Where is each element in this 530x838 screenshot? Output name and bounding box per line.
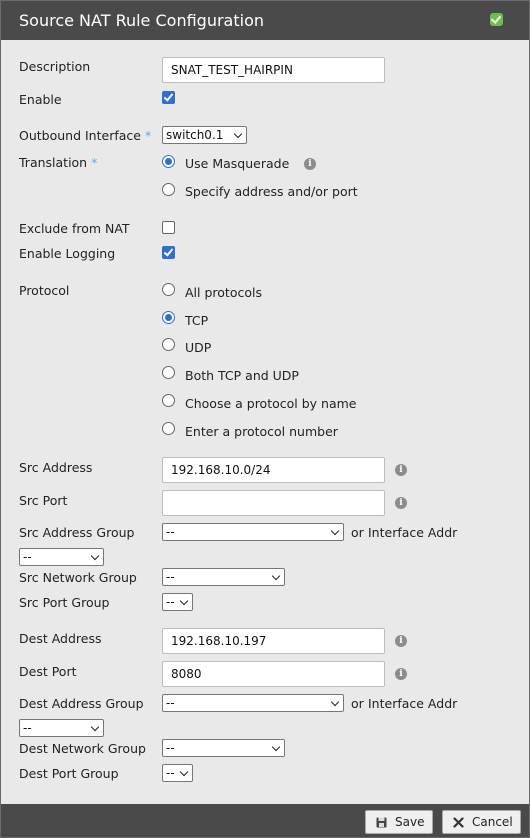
dest-port-input[interactable]: 8080 — [162, 661, 385, 687]
protocol-label: Protocol — [19, 283, 70, 298]
protocol-udp-radio[interactable] — [162, 338, 175, 351]
src-network-group-label: Src Network Group — [19, 570, 137, 585]
cancel-button-label: Cancel — [472, 815, 513, 829]
protocol-both-radio[interactable] — [162, 366, 175, 379]
protocol-tcp-radio[interactable] — [162, 311, 175, 324]
src-network-group-select[interactable]: -- — [162, 568, 285, 586]
src-interface-addr-label: Interface Addr — [368, 525, 458, 540]
src-address-group-value: -- — [166, 525, 175, 539]
dest-interface-addr-select[interactable]: -- — [19, 719, 104, 737]
info-icon[interactable]: i — [304, 158, 316, 170]
or-text: or — [351, 696, 364, 711]
enable-checkbox[interactable] — [162, 91, 175, 104]
save-button-label: Save — [395, 815, 425, 829]
dest-network-group-label: Dest Network Group — [19, 741, 146, 756]
dest-address-group-label: Dest Address Group — [19, 696, 144, 711]
src-port-label: Src Port — [19, 493, 68, 508]
chevron-down-icon — [90, 722, 100, 732]
or-text: or — [351, 525, 364, 540]
dest-address-group-value: -- — [166, 696, 175, 710]
src-address-label: Src Address — [19, 460, 93, 475]
protocol-name-radio[interactable] — [162, 394, 175, 407]
protocol-tcp-label: TCP — [185, 313, 209, 328]
chevron-down-icon — [330, 697, 340, 707]
dest-interface-addr-label: Interface Addr — [368, 696, 458, 711]
dest-interface-addr-value: -- — [23, 721, 32, 735]
dialog-title: Source NAT Rule Configuration — [19, 11, 264, 30]
src-address-group-select[interactable]: -- — [162, 523, 344, 541]
translation-specify-radio[interactable] — [162, 183, 175, 196]
chevron-down-icon — [233, 129, 243, 139]
src-network-group-value: -- — [166, 570, 175, 584]
dest-port-group-select[interactable]: -- — [162, 764, 193, 782]
chevron-down-icon — [330, 526, 340, 536]
enable-logging-checkbox[interactable] — [162, 246, 175, 259]
dest-address-group-select[interactable]: -- — [162, 694, 344, 712]
exclude-nat-label: Exclude from NAT — [19, 221, 130, 236]
chevron-down-icon — [179, 767, 189, 777]
info-icon[interactable]: i — [395, 635, 407, 647]
dest-network-group-value: -- — [166, 741, 175, 755]
src-port-group-value: -- — [166, 595, 175, 609]
chevron-down-icon — [271, 571, 281, 581]
src-interface-addr-value: -- — [23, 550, 32, 564]
protocol-all-radio[interactable] — [162, 283, 175, 296]
chevron-down-icon — [179, 596, 189, 606]
translation-label: Translation * — [19, 155, 97, 170]
source-nat-dialog: Source NAT Rule Configuration Descriptio… — [0, 0, 530, 838]
check-icon[interactable] — [490, 13, 503, 26]
dest-port-label: Dest Port — [19, 664, 77, 679]
dest-port-group-label: Dest Port Group — [19, 766, 119, 781]
src-port-input[interactable] — [162, 490, 385, 516]
src-address-group-label: Src Address Group — [19, 525, 135, 540]
chevron-down-icon — [271, 742, 281, 752]
outbound-interface-value: switch0.1 — [166, 128, 224, 142]
protocol-all-label: All protocols — [185, 285, 262, 300]
cancel-button[interactable]: Cancel — [442, 810, 521, 834]
exclude-nat-checkbox[interactable] — [162, 221, 175, 234]
info-icon[interactable]: i — [395, 668, 407, 680]
enable-label: Enable — [19, 92, 62, 107]
save-button[interactable]: Save — [365, 810, 433, 834]
protocol-both-label: Both TCP and UDP — [185, 368, 299, 383]
translation-specify-label: Specify address and/or port — [185, 184, 358, 199]
outbound-interface-label: Outbound Interface * — [19, 128, 151, 143]
src-interface-addr-select[interactable]: -- — [19, 548, 104, 566]
description-input[interactable]: SNAT_TEST_HAIRPIN — [162, 57, 385, 83]
info-icon[interactable]: i — [395, 464, 407, 476]
dialog-titlebar[interactable]: Source NAT Rule Configuration — [1, 1, 529, 40]
protocol-number-radio[interactable] — [162, 422, 175, 435]
outbound-interface-select[interactable]: switch0.1 — [162, 126, 247, 144]
description-label: Description — [19, 59, 91, 74]
translation-label-text: Translation — [19, 155, 88, 170]
required-mark: * — [91, 155, 98, 170]
protocol-name-label: Choose a protocol by name — [185, 396, 357, 411]
outbound-interface-label-text: Outbound Interface — [19, 128, 141, 143]
chevron-down-icon — [90, 551, 100, 561]
protocol-number-label: Enter a protocol number — [185, 424, 338, 439]
src-port-group-select[interactable]: -- — [162, 593, 193, 611]
src-port-group-label: Src Port Group — [19, 595, 110, 610]
src-address-input[interactable]: 192.168.10.0/24 — [162, 457, 385, 483]
protocol-udp-label: UDP — [185, 340, 212, 355]
dest-address-input[interactable]: 192.168.10.197 — [162, 628, 385, 654]
dest-address-label: Dest Address — [19, 631, 102, 646]
info-icon[interactable]: i — [395, 497, 407, 509]
dest-port-group-value: -- — [166, 766, 175, 780]
translation-masquerade-label: Use Masquerade — [185, 156, 290, 171]
floppy-disk-icon — [376, 817, 387, 831]
translation-masquerade-radio[interactable] — [162, 155, 175, 168]
x-icon — [453, 817, 464, 831]
dest-network-group-select[interactable]: -- — [162, 739, 285, 757]
dialog-footer: Save Cancel — [1, 804, 529, 837]
enable-logging-label: Enable Logging — [19, 246, 116, 261]
required-mark: * — [144, 128, 152, 143]
